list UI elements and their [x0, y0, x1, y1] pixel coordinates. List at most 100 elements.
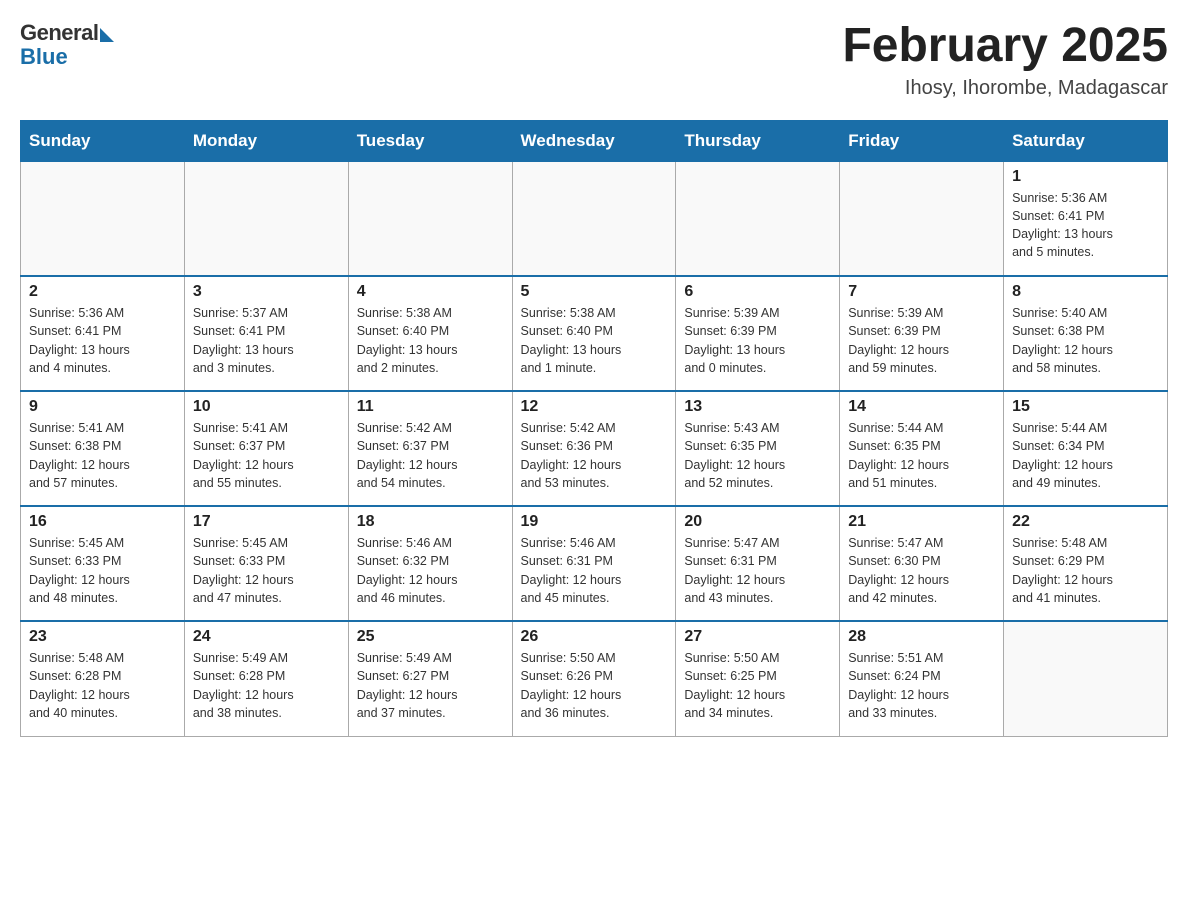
table-row: 19 Sunrise: 5:46 AMSunset: 6:31 PMDayligh…	[512, 506, 676, 621]
table-row: 26 Sunrise: 5:50 AMSunset: 6:26 PMDayligh…	[512, 621, 676, 736]
month-title: February 2025	[842, 20, 1168, 73]
table-row: 1 Sunrise: 5:36 AMSunset: 6:41 PMDaylight…	[1004, 161, 1168, 276]
logo-blue-text: Blue	[20, 44, 68, 70]
table-row: 16 Sunrise: 5:45 AMSunset: 6:33 PMDayligh…	[21, 506, 185, 621]
day-info: Sunrise: 5:45 AMSunset: 6:33 PMDaylight:…	[193, 534, 340, 607]
col-friday: Friday	[840, 120, 1004, 161]
table-row	[184, 161, 348, 276]
day-info: Sunrise: 5:39 AMSunset: 6:39 PMDaylight:…	[848, 304, 995, 377]
day-number: 15	[1012, 398, 1159, 416]
table-row: 25 Sunrise: 5:49 AMSunset: 6:27 PMDayligh…	[348, 621, 512, 736]
day-number: 14	[848, 398, 995, 416]
day-number: 3	[193, 283, 340, 301]
day-info: Sunrise: 5:46 AMSunset: 6:32 PMDaylight:…	[357, 534, 504, 607]
table-row	[348, 161, 512, 276]
day-info: Sunrise: 5:38 AMSunset: 6:40 PMDaylight:…	[357, 304, 504, 377]
day-info: Sunrise: 5:47 AMSunset: 6:31 PMDaylight:…	[684, 534, 831, 607]
table-row: 22 Sunrise: 5:48 AMSunset: 6:29 PMDayligh…	[1004, 506, 1168, 621]
day-info: Sunrise: 5:48 AMSunset: 6:29 PMDaylight:…	[1012, 534, 1159, 607]
week-row-2: 2 Sunrise: 5:36 AMSunset: 6:41 PMDaylight…	[21, 276, 1168, 391]
table-row: 8 Sunrise: 5:40 AMSunset: 6:38 PMDaylight…	[1004, 276, 1168, 391]
day-number: 9	[29, 398, 176, 416]
day-info: Sunrise: 5:36 AMSunset: 6:41 PMDaylight:…	[29, 304, 176, 377]
day-info: Sunrise: 5:41 AMSunset: 6:37 PMDaylight:…	[193, 419, 340, 492]
day-info: Sunrise: 5:50 AMSunset: 6:25 PMDaylight:…	[684, 649, 831, 722]
day-number: 12	[521, 398, 668, 416]
table-row: 18 Sunrise: 5:46 AMSunset: 6:32 PMDayligh…	[348, 506, 512, 621]
table-row	[840, 161, 1004, 276]
day-info: Sunrise: 5:51 AMSunset: 6:24 PMDaylight:…	[848, 649, 995, 722]
day-number: 5	[521, 283, 668, 301]
table-row: 15Sunrise: 5:44 AMSunset: 6:34 PMDayligh…	[1004, 391, 1168, 506]
table-row: 20Sunrise: 5:47 AMSunset: 6:31 PMDayligh…	[676, 506, 840, 621]
day-info: Sunrise: 5:44 AMSunset: 6:35 PMDaylight:…	[848, 419, 995, 492]
day-number: 22	[1012, 513, 1159, 531]
table-row: 24 Sunrise: 5:49 AMSunset: 6:28 PMDayligh…	[184, 621, 348, 736]
day-number: 4	[357, 283, 504, 301]
day-info: Sunrise: 5:43 AMSunset: 6:35 PMDaylight:…	[684, 419, 831, 492]
table-row	[21, 161, 185, 276]
day-number: 7	[848, 283, 995, 301]
day-number: 16	[29, 513, 176, 531]
day-number: 25	[357, 628, 504, 646]
day-number: 24	[193, 628, 340, 646]
table-row	[512, 161, 676, 276]
table-row: 11Sunrise: 5:42 AMSunset: 6:37 PMDayligh…	[348, 391, 512, 506]
day-number: 13	[684, 398, 831, 416]
table-row: 17 Sunrise: 5:45 AMSunset: 6:33 PMDayligh…	[184, 506, 348, 621]
calendar-table: Sunday Monday Tuesday Wednesday Thursday…	[20, 120, 1168, 737]
day-info: Sunrise: 5:40 AMSunset: 6:38 PMDaylight:…	[1012, 304, 1159, 377]
day-number: 2	[29, 283, 176, 301]
logo-general-text: General	[20, 20, 98, 46]
day-number: 1	[1012, 168, 1159, 186]
table-row: 10 Sunrise: 5:41 AMSunset: 6:37 PMDayligh…	[184, 391, 348, 506]
day-number: 6	[684, 283, 831, 301]
week-row-1: 1 Sunrise: 5:36 AMSunset: 6:41 PMDaylight…	[21, 161, 1168, 276]
table-row: 4 Sunrise: 5:38 AMSunset: 6:40 PMDaylight…	[348, 276, 512, 391]
table-row: 7 Sunrise: 5:39 AMSunset: 6:39 PMDaylight…	[840, 276, 1004, 391]
table-row: 3 Sunrise: 5:37 AMSunset: 6:41 PMDaylight…	[184, 276, 348, 391]
table-row: 5Sunrise: 5:38 AMSunset: 6:40 PMDaylight…	[512, 276, 676, 391]
day-info: Sunrise: 5:49 AMSunset: 6:27 PMDaylight:…	[357, 649, 504, 722]
day-number: 8	[1012, 283, 1159, 301]
table-row	[676, 161, 840, 276]
day-info: Sunrise: 5:48 AMSunset: 6:28 PMDaylight:…	[29, 649, 176, 722]
day-number: 23	[29, 628, 176, 646]
day-info: Sunrise: 5:37 AMSunset: 6:41 PMDaylight:…	[193, 304, 340, 377]
page-header: General Blue February 2025 Ihosy, Ihorom…	[20, 20, 1168, 100]
table-row: 13 Sunrise: 5:43 AMSunset: 6:35 PMDayligh…	[676, 391, 840, 506]
day-info: Sunrise: 5:45 AMSunset: 6:33 PMDaylight:…	[29, 534, 176, 607]
day-number: 18	[357, 513, 504, 531]
col-saturday: Saturday	[1004, 120, 1168, 161]
day-info: Sunrise: 5:42 AMSunset: 6:36 PMDaylight:…	[521, 419, 668, 492]
day-number: 17	[193, 513, 340, 531]
table-row	[1004, 621, 1168, 736]
logo: General Blue	[20, 20, 114, 70]
day-info: Sunrise: 5:42 AMSunset: 6:37 PMDaylight:…	[357, 419, 504, 492]
col-monday: Monday	[184, 120, 348, 161]
week-row-3: 9Sunrise: 5:41 AMSunset: 6:38 PMDaylight…	[21, 391, 1168, 506]
table-row: 9Sunrise: 5:41 AMSunset: 6:38 PMDaylight…	[21, 391, 185, 506]
day-number: 28	[848, 628, 995, 646]
table-row: 12 Sunrise: 5:42 AMSunset: 6:36 PMDayligh…	[512, 391, 676, 506]
col-tuesday: Tuesday	[348, 120, 512, 161]
day-number: 26	[521, 628, 668, 646]
table-row: 2 Sunrise: 5:36 AMSunset: 6:41 PMDaylight…	[21, 276, 185, 391]
table-row: 23 Sunrise: 5:48 AMSunset: 6:28 PMDayligh…	[21, 621, 185, 736]
day-number: 10	[193, 398, 340, 416]
table-row: 28 Sunrise: 5:51 AMSunset: 6:24 PMDayligh…	[840, 621, 1004, 736]
day-info: Sunrise: 5:50 AMSunset: 6:26 PMDaylight:…	[521, 649, 668, 722]
day-info: Sunrise: 5:46 AMSunset: 6:31 PMDaylight:…	[521, 534, 668, 607]
week-row-5: 23 Sunrise: 5:48 AMSunset: 6:28 PMDayligh…	[21, 621, 1168, 736]
day-info: Sunrise: 5:47 AMSunset: 6:30 PMDaylight:…	[848, 534, 995, 607]
day-info: Sunrise: 5:36 AMSunset: 6:41 PMDaylight:…	[1012, 189, 1159, 262]
col-wednesday: Wednesday	[512, 120, 676, 161]
table-row: 21Sunrise: 5:47 AMSunset: 6:30 PMDayligh…	[840, 506, 1004, 621]
table-row: 27Sunrise: 5:50 AMSunset: 6:25 PMDayligh…	[676, 621, 840, 736]
logo-arrow-icon	[100, 28, 114, 42]
day-info: Sunrise: 5:49 AMSunset: 6:28 PMDaylight:…	[193, 649, 340, 722]
day-info: Sunrise: 5:39 AMSunset: 6:39 PMDaylight:…	[684, 304, 831, 377]
day-number: 19	[521, 513, 668, 531]
col-thursday: Thursday	[676, 120, 840, 161]
table-row: 6 Sunrise: 5:39 AMSunset: 6:39 PMDaylight…	[676, 276, 840, 391]
